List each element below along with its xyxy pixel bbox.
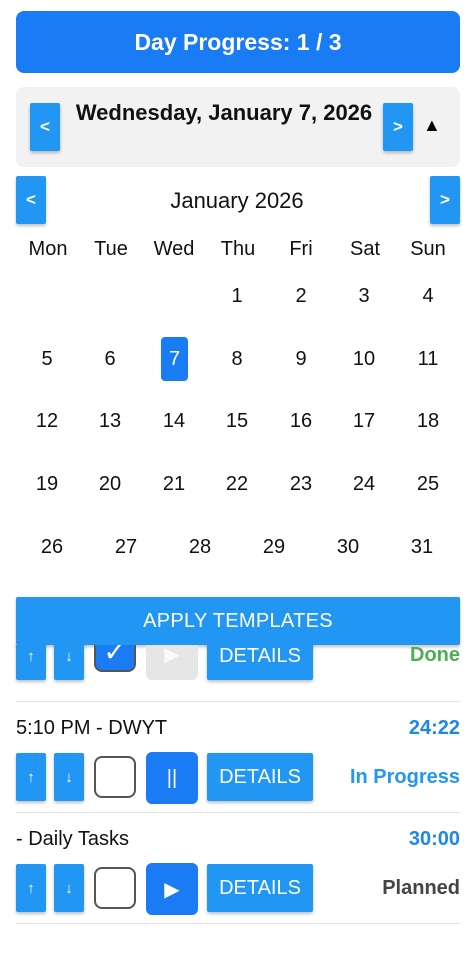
calendar-day[interactable]: 21 — [154, 462, 194, 506]
divider — [16, 812, 460, 813]
task-row: 5:10 PM - DWYT 24:22 ↑ ↓ || DETAILS In P… — [16, 715, 460, 815]
details-button[interactable]: DETAILS — [207, 753, 313, 801]
calendar-day[interactable]: 29 — [254, 525, 294, 569]
calendar-day[interactable]: 15 — [217, 399, 257, 443]
task-row: ↑ ↓ ✓ ▶ DETAILS Done — [16, 645, 460, 692]
task-title: 5:10 PM - DWYT — [16, 717, 168, 739]
calendar-day[interactable]: 24 — [344, 462, 384, 506]
task-complete-checkbox[interactable] — [94, 756, 136, 798]
calendar-day[interactable]: 6 — [90, 337, 130, 381]
calendar-day[interactable]: 2 — [281, 274, 321, 318]
calendar-day[interactable]: 27 — [106, 525, 146, 569]
weekday-wed: Wed — [153, 238, 195, 260]
calendar-day[interactable]: 5 — [27, 337, 67, 381]
previous-day-button[interactable]: < — [30, 103, 60, 151]
apply-templates-button[interactable]: APPLY TEMPLATES — [16, 597, 460, 645]
task-timer: 24:22 — [408, 717, 460, 739]
task-row: - Daily Tasks 30:00 ↑ ↓ ▶ DETAILS Planne… — [16, 826, 460, 926]
calendar-day[interactable]: 16 — [281, 399, 321, 443]
task-status: Planned — [382, 877, 460, 899]
task-title: - Daily Tasks — [16, 828, 129, 850]
calendar-month-label: January 2026 — [170, 188, 304, 213]
task-complete-checkbox[interactable]: ✓ — [94, 645, 136, 672]
calendar-day[interactable]: 19 — [27, 462, 67, 506]
weekday-mon: Mon — [28, 238, 68, 260]
task-timer: 30:00 — [408, 828, 460, 850]
checkmark-icon: ✓ — [103, 645, 127, 667]
calendar-day[interactable]: 10 — [344, 337, 384, 381]
play-button[interactable]: ▶ — [146, 863, 198, 915]
calendar-day[interactable]: 12 — [27, 399, 67, 443]
task-complete-checkbox[interactable] — [94, 867, 136, 909]
calendar-day[interactable]: 14 — [154, 399, 194, 443]
calendar-day[interactable]: 1 — [217, 274, 257, 318]
calendar-day[interactable]: 8 — [217, 337, 257, 381]
calendar-day[interactable]: 28 — [180, 525, 220, 569]
calendar-day[interactable]: 9 — [281, 337, 321, 381]
move-down-button[interactable]: ↓ — [54, 753, 84, 801]
task-list: ↑ ↓ ✓ ▶ DETAILS Done 5:10 PM - DWYT 24:2… — [0, 645, 474, 955]
calendar-day[interactable]: 23 — [281, 462, 321, 506]
task-status: In Progress — [349, 766, 460, 788]
move-up-button[interactable]: ↑ — [16, 645, 46, 680]
move-down-button[interactable]: ↓ — [54, 645, 84, 680]
weekday-fri: Fri — [289, 238, 313, 260]
calendar-day[interactable]: 25 — [408, 462, 448, 506]
calendar-day[interactable]: 22 — [217, 462, 257, 506]
play-button[interactable]: ▶ — [146, 645, 198, 680]
calendar-day[interactable]: 7 — [161, 337, 188, 381]
weekday-tue: Tue — [94, 238, 128, 260]
calendar-day[interactable]: 4 — [408, 274, 448, 318]
calendar-day[interactable]: 30 — [328, 525, 368, 569]
move-down-button[interactable]: ↓ — [54, 864, 84, 912]
day-progress-banner: Day Progress: 1 / 3 — [16, 11, 460, 73]
selected-date-title: Wednesday, January 7, 2026 — [75, 100, 373, 125]
play-icon: ▶ — [164, 878, 180, 901]
move-up-button[interactable]: ↑ — [16, 864, 46, 912]
day-header: < Wednesday, January 7, 2026 > ▲ — [16, 87, 460, 167]
divider — [16, 701, 460, 702]
calendar-day[interactable]: 18 — [408, 399, 448, 443]
details-button[interactable]: DETAILS — [207, 645, 313, 680]
calendar-day[interactable]: 26 — [32, 525, 72, 569]
next-month-button[interactable]: > — [430, 176, 460, 224]
calendar-day[interactable]: 11 — [408, 337, 448, 381]
pause-button[interactable]: || — [146, 752, 198, 804]
calendar-day[interactable]: 3 — [344, 274, 384, 318]
weekday-thu: Thu — [220, 238, 256, 260]
calendar-day[interactable]: 20 — [90, 462, 130, 506]
weekday-header: Mon Tue Wed Thu Fri Sat Sun — [16, 238, 460, 264]
collapse-calendar-icon[interactable]: ▲ — [423, 115, 441, 136]
pause-icon: || — [166, 766, 178, 789]
weekday-sun: Sun — [410, 238, 446, 260]
day-progress-label: Day Progress: 1 / 3 — [134, 28, 342, 55]
weekday-sat: Sat — [349, 238, 381, 260]
play-icon: ▶ — [164, 645, 180, 666]
move-up-button[interactable]: ↑ — [16, 753, 46, 801]
task-status: Done — [410, 645, 460, 666]
calendar-day[interactable]: 31 — [402, 525, 442, 569]
calendar-day[interactable]: 17 — [344, 399, 384, 443]
details-button[interactable]: DETAILS — [207, 864, 313, 912]
calendar-day[interactable]: 13 — [90, 399, 130, 443]
divider — [16, 923, 460, 924]
next-day-button[interactable]: > — [383, 103, 413, 151]
